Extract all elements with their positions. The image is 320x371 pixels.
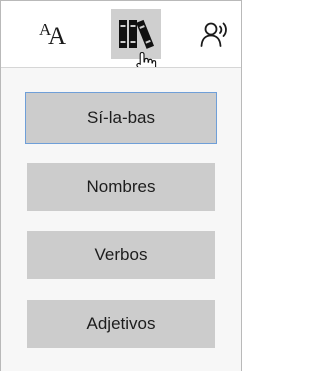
adjectives-option-button[interactable]: Adjetivos bbox=[27, 300, 215, 348]
adjectives-option-label: Adjetivos bbox=[86, 314, 156, 333]
read-aloud-icon bbox=[200, 22, 227, 47]
toolbar: A A bbox=[1, 1, 241, 77]
verbs-option-label: Verbos bbox=[94, 245, 148, 264]
text-preferences-button[interactable]: A A bbox=[29, 9, 81, 59]
verbs-option-button[interactable]: Verbos bbox=[27, 231, 215, 279]
text-size-icon: A A bbox=[39, 21, 71, 50]
nouns-option-button[interactable]: Nombres bbox=[27, 163, 215, 211]
syllables-option-label: Sí-la-bas bbox=[86, 108, 156, 127]
grammar-options-button[interactable] bbox=[111, 9, 161, 59]
books-icon bbox=[119, 19, 155, 49]
text-size-icon-big-a: A bbox=[48, 23, 67, 50]
grammar-options-panel: Sí-la-bas Nombres Verbos Adjetivos bbox=[1, 67, 241, 371]
nouns-option-label: Nombres bbox=[86, 177, 156, 196]
read-aloud-button[interactable] bbox=[189, 9, 241, 59]
syllables-option-button[interactable]: Sí-la-bas bbox=[25, 92, 217, 144]
immersive-reader-window: A A Sí-la-bas Nombres Verbos Adjetivos bbox=[0, 0, 242, 371]
